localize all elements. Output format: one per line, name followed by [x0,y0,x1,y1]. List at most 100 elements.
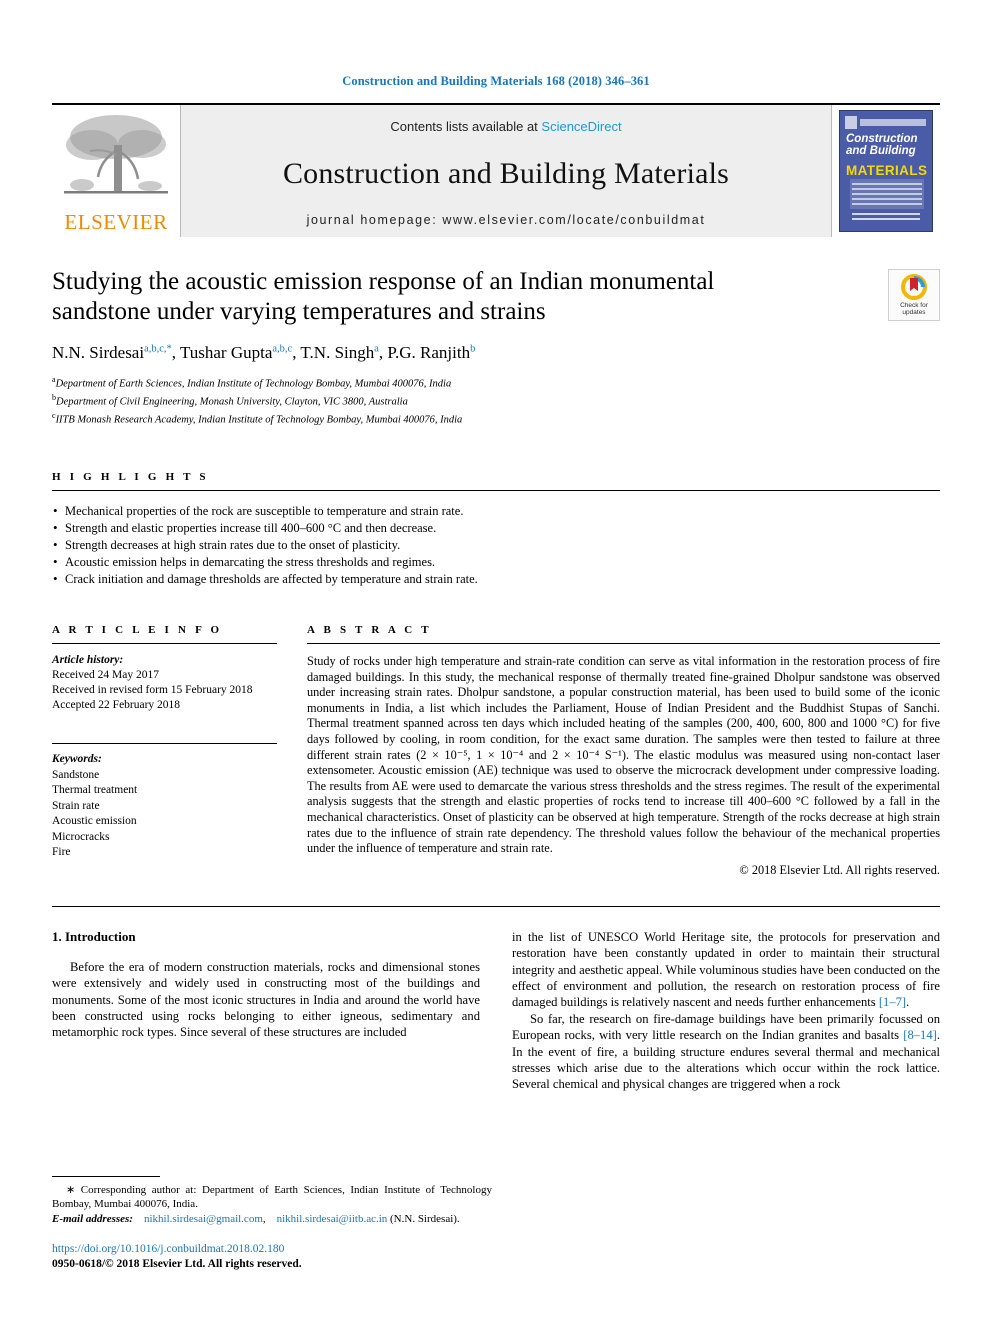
page-title: Studying the acoustic emission response … [52,268,715,325]
author-name[interactable]: T.N. Singh [300,343,374,362]
body-divider [52,905,940,907]
keyword-item: Thermal treatment [52,784,138,796]
intro-right-1-text-b: . [906,995,910,1010]
author-name[interactable]: P.G. Ranjith [387,343,470,362]
cover-footer-lines [852,213,920,223]
elsevier-tree-icon [64,115,168,194]
intro-right-1-text-a: in the list of UNESCO World Heritage sit… [512,929,940,1010]
citation-ref-1-7[interactable]: [1–7] [879,995,906,1009]
doi-block: https://doi.org/10.1016/j.conbuildmat.20… [52,1242,492,1271]
affiliation-text: Department of Civil Engineering, Monash … [56,396,408,408]
email-addresses-label: E-mail addresses: [52,1212,133,1225]
cover-elsevier-badge-icon [845,116,857,129]
abstract-text: Study of rocks under high temperature an… [307,654,940,856]
article-history-block: Article history: Received 24 May 2017 Re… [52,653,277,713]
email-link-secondary[interactable]: nikhil.sirdesai@iitb.ac.in [277,1213,388,1225]
keywords-block: Keywords: Sandstone Thermal treatment St… [52,743,277,861]
author-list: N.N. Sirdesaia,b,c,*, Tushar Guptaa,b,c,… [52,343,476,362]
list-item: Mechanical properties of the rock are su… [52,502,940,520]
list-item: Strength and elastic properties increase… [52,519,940,537]
journal-cover-thumbnail: Construction and Building MATERIALS [832,105,940,237]
email-separator: , [262,1212,269,1225]
author-affiliation-marker: b [470,343,476,355]
keywords-label: Keywords: [52,753,102,765]
article-info-section: A R T I C L E I N F O Article history: R… [52,624,277,878]
author-name[interactable]: N.N. Sirdesai [52,343,144,362]
keywords-body: Keywords: Sandstone Thermal treatment St… [52,752,277,861]
article-info-divider [52,643,277,644]
intro-right-2-text-a: So far, the research on fire-damage buil… [512,1011,940,1043]
journal-article-page: Construction and Building Materials 168 … [0,0,992,1323]
keyword-item: Fire [52,846,71,858]
body-column-left: 1. Introduction Before the era of modern… [52,929,480,1093]
footnote-divider [52,1175,160,1177]
history-item: Received 24 May 2017 [52,669,159,681]
issn-copyright-line: 0950-0618/© 2018 Elsevier Ltd. All right… [52,1257,302,1270]
contents-prefix: Contents lists available at [390,119,542,134]
list-item: Strength decreases at high strain rates … [52,536,940,554]
elsevier-wordmark: ELSEVIER [64,210,168,234]
body-columns: 1. Introduction Before the era of modern… [52,929,940,1093]
email-link-primary[interactable]: nikhil.sirdesai@gmail.com [144,1213,263,1225]
highlights-heading: H I G H L I G H T S [52,471,209,483]
cover-line1-text: Construction [846,133,918,145]
doi-link[interactable]: https://doi.org/10.1016/j.conbuildmat.20… [52,1242,492,1257]
abstract-divider [307,643,940,644]
article-history-label: Article history: [52,654,124,666]
journal-cover-image: Construction and Building MATERIALS [839,110,933,232]
sciencedirect-link[interactable]: ScienceDirect [541,119,621,134]
crossmark-icon [901,273,927,300]
list-item: Crack initiation and damage thresholds a… [52,570,940,588]
intro-paragraph-right-2: So far, the research on fire-damage buil… [512,1011,940,1093]
crossmark-badge[interactable]: Check for updates [888,269,940,321]
keyword-item: Acoustic emission [52,815,137,827]
cover-top-bar [860,119,926,126]
elsevier-logo: ELSEVIER [52,105,180,237]
article-info-heading: A R T I C L E I N F O [52,624,223,636]
affiliation-text: Department of Earth Sciences, Indian Ins… [55,378,452,390]
corresponding-author-note: ∗ Corresponding author at: Department of… [52,1183,492,1212]
cover-title-line1: Construction and Building [846,133,918,157]
intro-paragraph-right-1: in the list of UNESCO World Heritage sit… [512,929,940,1011]
keyword-item: Sandstone [52,768,100,781]
affiliation-text: IITB Monash Research Academy, Indian Ins… [55,414,463,426]
info-abstract-row: A R T I C L E I N F O Article history: R… [52,624,940,878]
cover-title-line3: MATERIALS [846,163,928,178]
keyword-item: Strain rate [52,799,100,812]
author-affiliation-marker: a [374,343,379,355]
abstract-heading: A B S T R A C T [307,624,432,636]
crossmark-label: Check for updates [900,302,928,317]
highlights-list: Mechanical properties of the rock are su… [52,502,940,588]
body-column-right: in the list of UNESCO World Heritage sit… [512,929,940,1093]
crossmark-label-line2: updates [902,309,926,316]
corresponding-author-text: ∗ Corresponding author at: Department of… [52,1183,492,1211]
section-heading-introduction: 1. Introduction [52,928,136,944]
keywords-divider [52,743,277,744]
copyright-line: © 2018 Elsevier Ltd. All rights reserved… [739,862,940,877]
journal-homepage-link[interactable]: journal homepage: www.elsevier.com/locat… [307,213,706,227]
journal-masthead: ELSEVIER Contents lists available at Sci… [52,103,940,237]
author-affiliation-marker: a,b,c,* [144,343,172,355]
cover-subtitle-lines [852,183,922,209]
intro-paragraph-left: Before the era of modern construction ma… [52,959,480,1040]
cover-line2-text: and Building [846,145,916,157]
affiliation-list: aDepartment of Earth Sciences, Indian In… [52,373,940,427]
keyword-item: Microcracks [52,830,110,843]
abstract-section: A B S T R A C T Study of rocks under hig… [307,624,940,878]
email-note: E-mail addresses: nikhil.sirdesai@gmail.… [52,1212,492,1227]
citation-ref-8-14[interactable]: [8–14] [903,1028,937,1042]
contents-available-line: Contents lists available at ScienceDirec… [390,119,621,134]
affiliation-item: aDepartment of Earth Sciences, Indian In… [52,373,940,391]
history-item: Accepted 22 February 2018 [52,699,181,711]
footnote-block: ∗ Corresponding author at: Department of… [52,1175,492,1272]
highlights-divider [52,490,940,491]
journal-title: Construction and Building Materials [282,156,730,190]
masthead-center: Contents lists available at ScienceDirec… [180,105,832,237]
highlights-section: H I G H L I G H T S Mechanical propertie… [52,471,940,588]
history-item: Received in revised form 15 February 201… [52,684,253,696]
author-name[interactable]: Tushar Gupta [180,343,272,362]
list-item: Acoustic emission helps in demarcating t… [52,553,940,571]
email-author-attribution: (N.N. Sirdesai). [390,1212,460,1225]
affiliation-item: cIITB Monash Research Academy, Indian In… [52,409,940,427]
crossmark-label-line1: Check for [900,301,928,309]
